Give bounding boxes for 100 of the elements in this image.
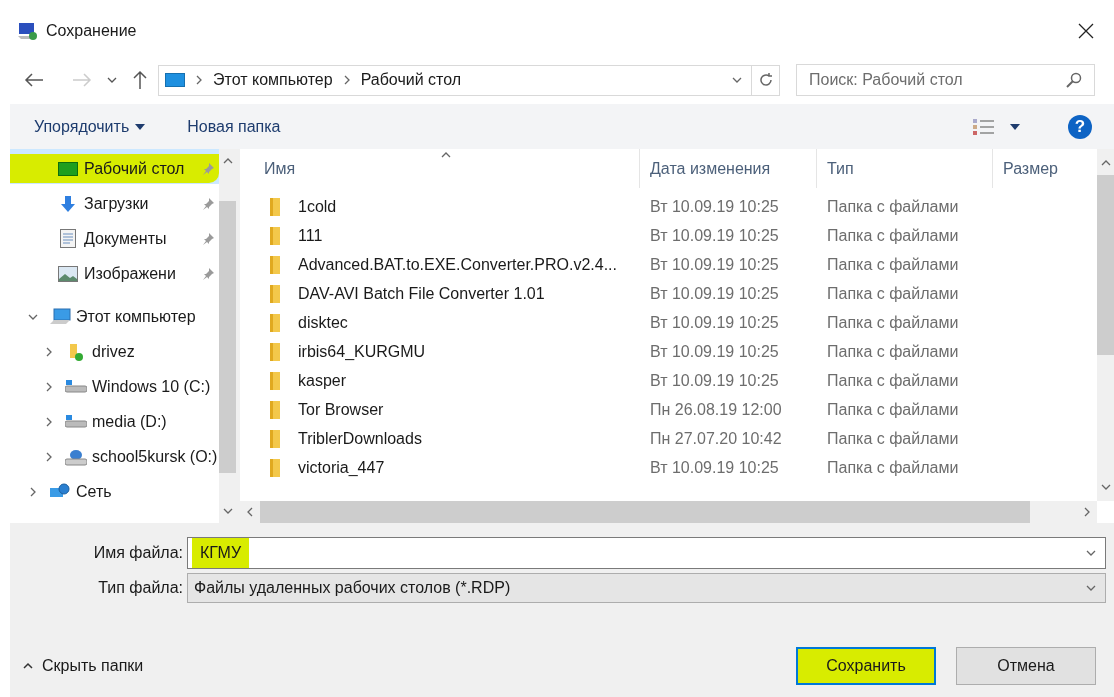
- desktop-icon: [58, 161, 78, 176]
- folder-icon: [270, 400, 280, 419]
- folder-icon: [270, 284, 280, 303]
- date-modified: Вт 10.09.19 10:25: [649, 283, 780, 304]
- quick-access-item[interactable]: Рабочий стол: [10, 149, 219, 184]
- vertical-scrollbar[interactable]: [219, 149, 236, 523]
- date-modified: Вт 10.09.19 10:25: [649, 225, 780, 246]
- vertical-scrollbar[interactable]: [1097, 149, 1114, 501]
- date-modified: Вт 10.09.19 10:25: [649, 370, 780, 391]
- item-type: Папка с файлами: [826, 399, 960, 420]
- column-header[interactable]: Размер: [993, 149, 1097, 188]
- item-type: Папка с файлами: [826, 341, 960, 362]
- quick-access-label: Загрузки: [84, 193, 150, 214]
- date-modified: Вт 10.09.19 10:25: [649, 312, 780, 333]
- scrollbar-thumb[interactable]: [1097, 175, 1114, 355]
- quick-access-label: Документы: [84, 228, 168, 249]
- refresh-icon: [757, 72, 774, 88]
- help-icon[interactable]: ?: [1068, 114, 1092, 139]
- breadcrumb-item[interactable]: Этот компьютер: [213, 68, 333, 92]
- drive-icon: [65, 414, 87, 429]
- item-type: Папка с файлами: [826, 196, 960, 217]
- close-icon[interactable]: [1078, 23, 1094, 39]
- down-arrow-icon: [59, 194, 77, 213]
- folder-icon: [270, 458, 280, 477]
- quick-access-label: Рабочий стол: [84, 158, 186, 179]
- search-field[interactable]: Поиск: Рабочий стол: [796, 64, 1095, 96]
- tree-item[interactable]: media (D:): [92, 409, 167, 434]
- file-type-dropdown[interactable]: Файлы удаленных рабочих столов (*.RDP): [187, 573, 1106, 603]
- desktop-icon: [165, 73, 185, 87]
- network-drive-icon: [65, 447, 87, 466]
- computer-icon: [49, 307, 71, 326]
- date-modified: Вт 10.09.19 10:25: [649, 457, 780, 478]
- item-type: Папка с файлами: [826, 457, 960, 478]
- file-name[interactable]: irbis64_KURGMU: [298, 339, 426, 364]
- file-name[interactable]: TriblerDownloads: [298, 426, 422, 451]
- folder-icon: [270, 226, 280, 245]
- caret-icon: [135, 123, 146, 130]
- scrollbar-thumb[interactable]: [219, 201, 236, 473]
- file-name[interactable]: kasper: [298, 368, 347, 393]
- new-folder-button[interactable]: Новая папка: [187, 114, 281, 139]
- column-header[interactable]: Тип: [817, 149, 993, 188]
- pin-icon[interactable]: [201, 266, 215, 281]
- folder-icon: [270, 371, 280, 390]
- item-type: Папка с файлами: [826, 428, 960, 449]
- back-arrow-icon[interactable]: [24, 72, 44, 88]
- item-type: Папка с файлами: [826, 312, 960, 333]
- tree-item[interactable]: Windows 10 (C:): [92, 374, 211, 399]
- file-name[interactable]: 1cold: [298, 194, 337, 219]
- quick-access-item[interactable]: Изображени: [10, 254, 219, 289]
- quick-access-item[interactable]: Документы: [10, 219, 219, 254]
- organize-menu-button[interactable]: Упорядочить: [34, 114, 146, 139]
- pin-icon[interactable]: [201, 196, 215, 211]
- date-modified: Вт 10.09.19 10:25: [649, 254, 780, 275]
- address-bar[interactable]: Этот компьютер Рабочий стол: [158, 64, 780, 96]
- item-type: Папка с файлами: [826, 225, 960, 246]
- folder-icon: [270, 342, 280, 361]
- folder-icon: [270, 255, 280, 274]
- pin-icon[interactable]: [201, 231, 215, 246]
- column-header[interactable]: Имя: [240, 149, 640, 188]
- tree-item[interactable]: Сеть: [76, 479, 112, 504]
- file-type-label: Тип файла:: [97, 578, 184, 598]
- quick-access-label: Изображени: [84, 263, 177, 284]
- file-name[interactable]: Tor Browser: [298, 397, 384, 422]
- file-name-field[interactable]: КГМУ: [187, 537, 1106, 569]
- window-title: Сохранение: [46, 21, 137, 41]
- date-modified: Вт 10.09.19 10:25: [649, 196, 780, 217]
- view-options-icon[interactable]: [972, 117, 994, 136]
- folder-icon: [270, 197, 280, 216]
- date-modified: Пн 26.08.19 12:00: [649, 399, 783, 420]
- search-icon: [1066, 72, 1082, 88]
- cancel-button[interactable]: Отмена: [956, 647, 1096, 685]
- item-type: Папка с файлами: [826, 254, 960, 275]
- search-input[interactable]: Поиск: Рабочий стол: [809, 68, 1066, 92]
- date-modified: Вт 10.09.19 10:25: [649, 341, 780, 362]
- forward-arrow-icon[interactable]: [72, 72, 92, 88]
- quick-access-item[interactable]: Загрузки: [10, 184, 219, 219]
- file-name-label: Имя файла:: [92, 543, 184, 563]
- folder-icon: [270, 313, 280, 332]
- picture-icon: [58, 265, 78, 282]
- file-name[interactable]: disktec: [298, 310, 348, 335]
- item-type: Папка с файлами: [826, 370, 960, 391]
- save-button[interactable]: Сохранить: [796, 647, 936, 685]
- file-name[interactable]: 111: [298, 223, 323, 248]
- file-name[interactable]: victoria_447: [298, 455, 385, 480]
- remote-desktop-icon: [18, 21, 38, 41]
- pin-icon[interactable]: [201, 161, 215, 176]
- hide-folders-button[interactable]: Скрыть папки: [22, 654, 144, 678]
- drive-icon: [65, 379, 87, 394]
- column-header[interactable]: Дата изменения: [640, 149, 817, 188]
- file-name[interactable]: DAV-AVI Batch File Converter 1.01: [298, 281, 545, 306]
- tree-item[interactable]: school5kursk (O:): [92, 444, 218, 469]
- item-type: Папка с файлами: [826, 283, 960, 304]
- document-icon: [60, 229, 76, 248]
- view-dropdown-icon[interactable]: [1010, 123, 1020, 130]
- breadcrumb-item[interactable]: Рабочий стол: [360, 68, 462, 92]
- file-name[interactable]: Advanced.BAT.to.EXE.Converter.PRO.v2.4...: [298, 252, 617, 277]
- up-arrow-icon[interactable]: [132, 70, 148, 90]
- folder-icon: [270, 429, 280, 448]
- tree-item[interactable]: Этот компьютер: [76, 304, 196, 329]
- tree-item[interactable]: drivez: [92, 339, 135, 364]
